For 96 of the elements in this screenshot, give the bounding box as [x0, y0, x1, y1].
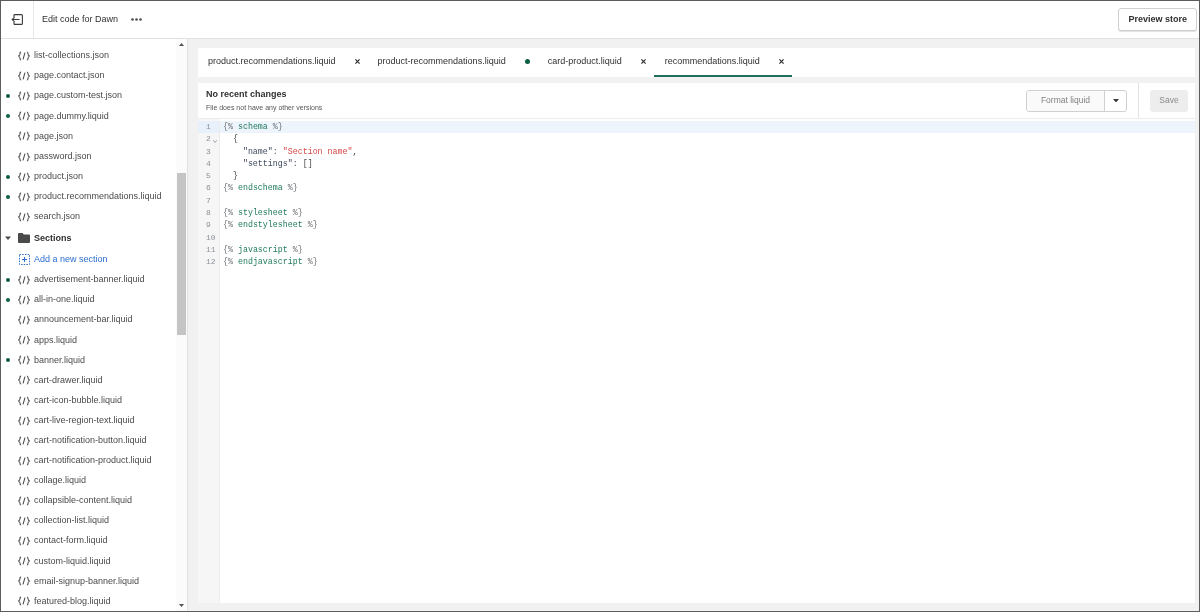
line-number: 2: [206, 135, 211, 144]
code-file-icon: [18, 111, 30, 122]
file-name[interactable]: email-signup-banner.liquid: [34, 574, 140, 589]
file-tab[interactable]: product-recommendations.liquid: [367, 48, 538, 77]
close-icon[interactable]: [778, 59, 784, 64]
code-file-icon: [18, 516, 30, 527]
code-file-icon: [18, 556, 30, 567]
file-name[interactable]: page.json: [34, 129, 74, 144]
file-name[interactable]: banner.liquid: [34, 353, 86, 368]
code-file-icon: [18, 496, 30, 506]
close-icon[interactable]: [640, 59, 646, 64]
code-file-icon: [18, 375, 30, 386]
code-file-icon: [18, 151, 30, 162]
file-name[interactable]: page.custom-test.json: [34, 89, 123, 103]
file-name[interactable]: cart-notification-product.liquid: [34, 454, 152, 468]
file-tab[interactable]: recommendations.liquid: [653, 48, 792, 77]
caret-down-icon: [1112, 98, 1119, 103]
code-file-icon: [18, 596, 30, 607]
line-number: 5: [206, 172, 211, 181]
file-name[interactable]: cart-live-region-text.liquid: [34, 413, 135, 428]
more-icon: [131, 18, 143, 21]
file-name[interactable]: apps.liquid: [34, 333, 78, 347]
code-file-icon: [18, 475, 30, 486]
preview-store-button[interactable]: Preview store: [1118, 8, 1197, 31]
line-number: 7: [206, 196, 211, 205]
close-icon[interactable]: [354, 59, 360, 64]
code-line: {% endstylesheet %}: [223, 221, 318, 230]
code-line: {% endjavascript %}: [223, 257, 318, 267]
code-line: {% javascript %}: [223, 245, 303, 254]
add-section-link[interactable]: Add a new section: [34, 253, 108, 267]
add-section-icon: [19, 254, 30, 266]
code-file-icon: [18, 71, 30, 82]
code-file-icon: [18, 355, 30, 366]
code-file-icon: [18, 211, 30, 222]
line-number: 12: [206, 258, 216, 267]
code-line: {% endschema %}: [223, 184, 298, 193]
scroll-down-icon[interactable]: [179, 604, 184, 607]
status-title: No recent changes: [206, 88, 288, 101]
code-file-icon: [18, 275, 30, 285]
file-name[interactable]: product.recommendations.liquid: [34, 189, 162, 204]
code-file-icon: [18, 91, 30, 102]
page-title: Edit code for Dawn: [42, 12, 119, 26]
code-file-icon: [18, 51, 30, 62]
line-number: 8: [206, 209, 211, 217]
line-number: 10: [206, 233, 216, 242]
caret-down-icon[interactable]: [5, 235, 11, 242]
folder-name[interactable]: Sections: [34, 231, 72, 246]
file-name[interactable]: advertisement-banner.liquid: [34, 273, 145, 287]
line-number: 1: [206, 123, 211, 132]
file-name[interactable]: search.json: [34, 210, 81, 224]
file-name[interactable]: collage.liquid: [34, 474, 87, 488]
line-number: 3: [206, 147, 211, 156]
file-name[interactable]: password.json: [34, 149, 92, 164]
code-file-icon: [18, 315, 30, 326]
scrollbar-track[interactable]: [176, 39, 187, 611]
code-file-icon: [18, 131, 30, 142]
line-number: 11: [206, 245, 216, 254]
file-name[interactable]: collection-list.liquid: [34, 514, 110, 528]
exit-panel-icon: [11, 14, 23, 25]
file-name[interactable]: product.json: [34, 169, 84, 184]
file-name[interactable]: list-collections.json: [34, 49, 110, 63]
file-name[interactable]: custom-liquid.liquid: [34, 554, 111, 569]
file-name[interactable]: cart-notification-button.liquid: [34, 434, 147, 448]
code-file-icon: [18, 395, 30, 406]
code-line: }: [231, 172, 238, 181]
code-file-icon: [18, 295, 30, 306]
code-file-icon: [18, 536, 30, 547]
file-name[interactable]: announcement-bar.liquid: [34, 313, 133, 327]
code-file-icon: [18, 335, 30, 346]
file-name[interactable]: page.contact.json: [34, 69, 105, 83]
code-line: {: [231, 135, 238, 144]
code-file-icon: [18, 415, 30, 426]
code-file-icon: [18, 576, 30, 587]
line-number: 6: [206, 184, 211, 193]
scrollbar-thumb[interactable]: [177, 173, 186, 335]
file-tab[interactable]: product.recommendations.liquid: [198, 48, 368, 77]
code-line: {% stylesheet %}: [223, 208, 303, 218]
scroll-up-icon[interactable]: [179, 43, 184, 46]
code-file-icon: [18, 171, 30, 182]
folder-icon: [18, 233, 30, 244]
file-name[interactable]: page.dummy.liquid: [34, 109, 109, 124]
file-name[interactable]: all-in-one.liquid: [34, 293, 95, 307]
file-name[interactable]: contact-form.liquid: [34, 534, 108, 548]
code-file-icon: [18, 435, 30, 446]
line-number: 9: [206, 221, 211, 230]
code-file-icon: [18, 455, 30, 466]
code-line: "name": "Section name",: [241, 147, 358, 156]
code-file-icon: [18, 191, 30, 202]
code-line: "settings": []: [241, 159, 313, 169]
line-number: 4: [206, 159, 211, 168]
file-name[interactable]: featured-blog.liquid: [34, 594, 111, 609]
file-name[interactable]: cart-drawer.liquid: [34, 373, 103, 388]
file-name[interactable]: cart-icon-bubble.liquid: [34, 393, 123, 408]
file-name[interactable]: collapsible-content.liquid: [34, 494, 133, 508]
code-line: {% schema %}: [223, 123, 283, 132]
file-tab[interactable]: card-product.liquid: [537, 48, 654, 77]
